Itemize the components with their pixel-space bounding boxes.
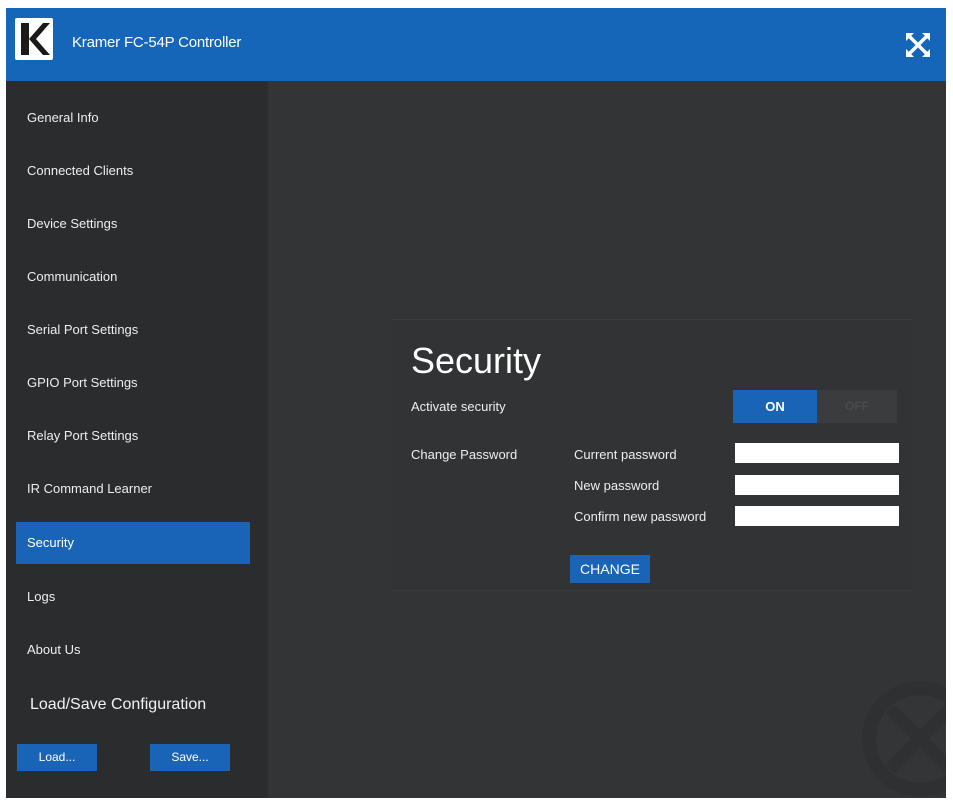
toggle-off-option[interactable]: OFF bbox=[817, 390, 897, 423]
sidebar-item-connected-clients[interactable]: Connected Clients bbox=[16, 150, 250, 192]
app-title: Kramer FC-54P Controller bbox=[72, 34, 242, 51]
sidebar-item-general-info[interactable]: General Info bbox=[16, 97, 250, 139]
load-save-configuration-title: Load/Save Configuration bbox=[30, 696, 207, 713]
confirm-password-field[interactable] bbox=[735, 506, 899, 526]
save-button[interactable]: Save... bbox=[150, 744, 230, 771]
sidebar-item-serial-port-settings[interactable]: Serial Port Settings bbox=[16, 309, 250, 351]
page-title: Security bbox=[411, 340, 542, 381]
security-toggle[interactable]: ON OFF bbox=[733, 390, 897, 423]
main-content: Security Activate security ON OFF Change… bbox=[268, 81, 946, 798]
sidebar-item-device-settings[interactable]: Device Settings bbox=[16, 203, 250, 245]
load-button[interactable]: Load... bbox=[17, 744, 97, 771]
app-window: Kramer FC-54P Controller General Info Co… bbox=[6, 8, 946, 798]
activate-security-label: Activate security bbox=[411, 399, 506, 414]
sidebar-item-gpio-port-settings[interactable]: GPIO Port Settings bbox=[16, 362, 250, 404]
current-password-label: Current password bbox=[574, 447, 677, 462]
sidebar: General Info Connected Clients Device Se… bbox=[6, 81, 268, 798]
kramer-watermark-icon bbox=[860, 679, 946, 798]
kramer-logo-icon bbox=[15, 18, 53, 60]
close-x-icon[interactable] bbox=[903, 30, 933, 60]
security-panel: Security Activate security ON OFF Change… bbox=[392, 319, 912, 591]
new-password-label: New password bbox=[574, 478, 660, 493]
toggle-on-option[interactable]: ON bbox=[733, 390, 817, 423]
change-password-label: Change Password bbox=[411, 447, 518, 462]
change-button[interactable]: CHANGE bbox=[570, 555, 650, 583]
new-password-field[interactable] bbox=[735, 475, 899, 495]
header-bar: Kramer FC-54P Controller bbox=[6, 8, 946, 81]
confirm-password-label: Confirm new password bbox=[574, 509, 707, 524]
sidebar-item-ir-command-learner[interactable]: IR Command Learner bbox=[16, 468, 250, 510]
sidebar-item-about-us[interactable]: About Us bbox=[16, 629, 250, 671]
current-password-field[interactable] bbox=[735, 443, 899, 463]
sidebar-item-communication[interactable]: Communication bbox=[16, 256, 250, 298]
sidebar-item-security[interactable]: Security bbox=[16, 522, 250, 564]
sidebar-item-logs[interactable]: Logs bbox=[16, 576, 250, 618]
sidebar-item-relay-port-settings[interactable]: Relay Port Settings bbox=[16, 415, 250, 457]
